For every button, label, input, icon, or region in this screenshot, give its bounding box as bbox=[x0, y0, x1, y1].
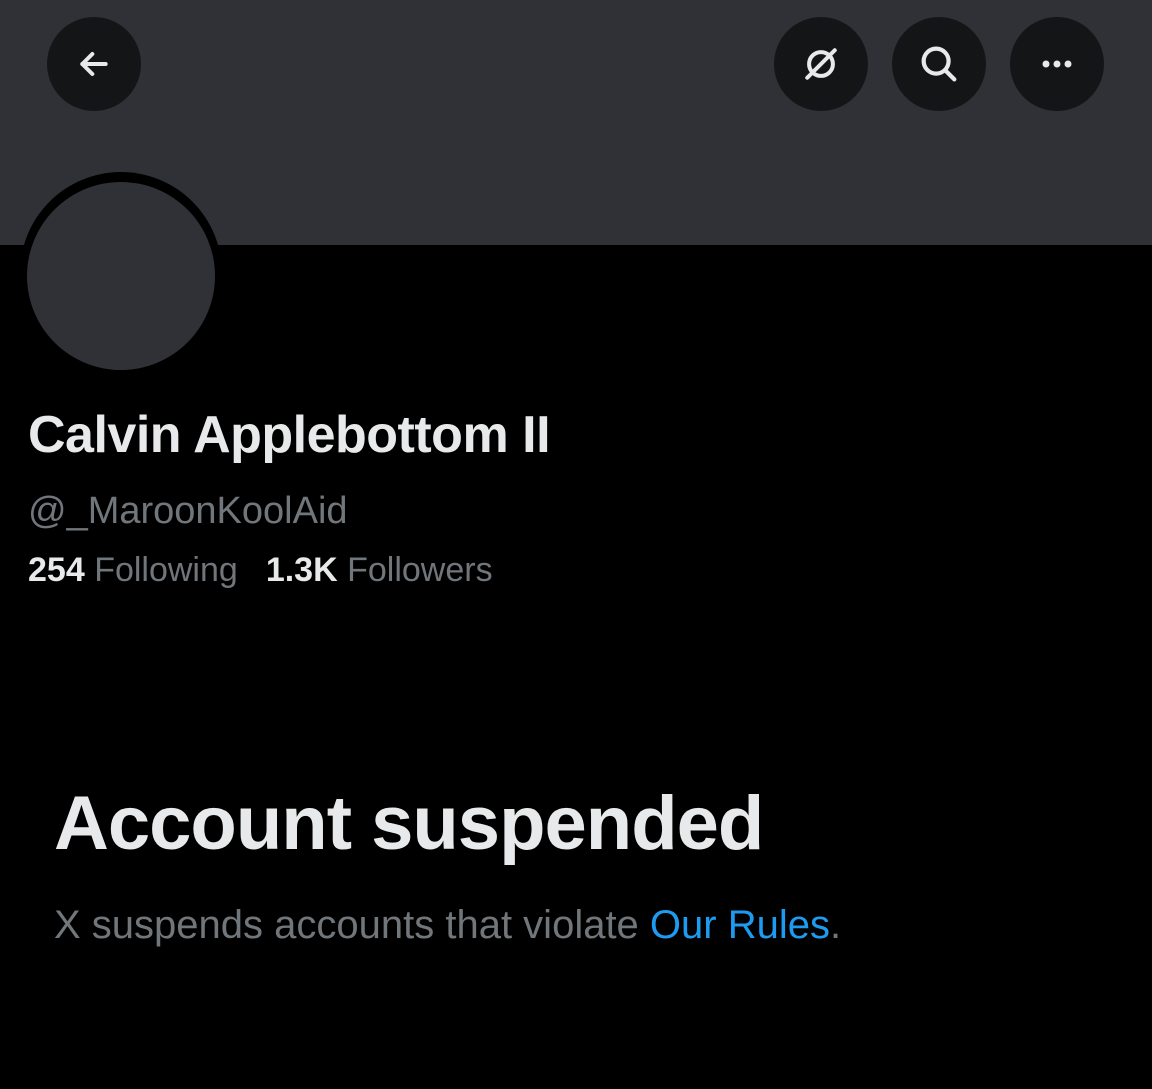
followers-link[interactable]: 1.3K Followers bbox=[266, 551, 493, 590]
followers-label: Followers bbox=[347, 551, 493, 589]
grok-button[interactable] bbox=[774, 17, 868, 111]
back-button[interactable] bbox=[47, 17, 141, 111]
search-button[interactable] bbox=[892, 17, 986, 111]
followers-count: 1.3K bbox=[265, 551, 338, 589]
our-rules-link[interactable]: Our Rules bbox=[650, 903, 830, 947]
user-handle: @_MaroonKoolAid bbox=[28, 490, 348, 532]
suspended-message-end: . bbox=[829, 903, 842, 947]
following-link[interactable]: 254 Following bbox=[28, 551, 238, 590]
more-horizontal-icon bbox=[1035, 42, 1079, 86]
avatar[interactable] bbox=[27, 182, 215, 370]
suspended-message: X suspends accounts that violate Our Rul… bbox=[54, 903, 841, 948]
suspended-title: Account suspended bbox=[54, 781, 764, 866]
more-options-button[interactable] bbox=[1010, 17, 1104, 111]
following-count: 254 bbox=[28, 551, 85, 589]
search-icon bbox=[916, 41, 962, 87]
following-label: Following bbox=[94, 551, 238, 589]
follow-stats: 254 Following 1.3K Followers bbox=[28, 551, 493, 590]
arrow-left-icon bbox=[74, 44, 114, 84]
profile-page: Calvin Applebottom II @_MaroonKoolAid 25… bbox=[0, 0, 1152, 1089]
suspended-message-text: X suspends accounts that violate bbox=[54, 903, 650, 947]
slashed-circle-icon bbox=[799, 42, 843, 86]
display-name: Calvin Applebottom II bbox=[28, 406, 551, 464]
